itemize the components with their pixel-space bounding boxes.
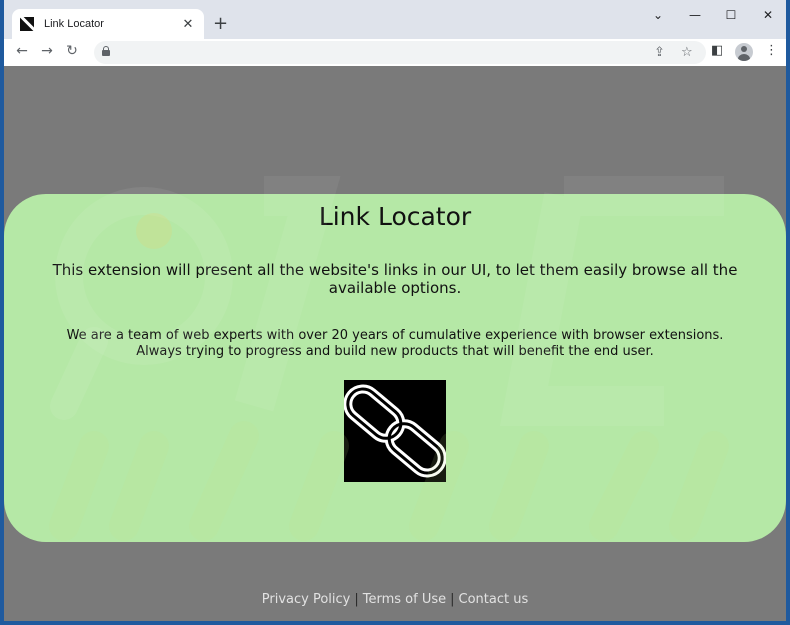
share-icon[interactable]: ⇪ [654,45,665,60]
minimize-button[interactable]: — [685,8,705,22]
profile-avatar-icon[interactable] [735,43,753,61]
more-menu-icon[interactable]: ⋮ [765,43,778,58]
about-line-1: We are a team of web experts with over 2… [66,328,724,343]
terms-of-use-link[interactable]: Terms of Use [363,592,446,607]
page-viewport: Link Locator This extension will present… [4,66,786,621]
page-title: Link Locator [318,202,472,231]
about-line-2: Always trying to progress and build new … [136,344,654,359]
side-panel-icon[interactable]: ◧ [711,43,723,58]
tab-title: Link Locator [44,18,104,30]
footer-separator: | [450,592,455,607]
browser-tab[interactable]: Link Locator ✕ [12,9,204,39]
close-window-button[interactable]: ✕ [758,8,778,22]
contact-us-link[interactable]: Contact us [459,592,529,607]
browser-chrome: Link Locator ✕ + ⌄ — ☐ ✕ ← → ↻ ⇪ ☆ ◧ ⋮ [4,0,786,66]
tab-search-chevron-icon[interactable]: ⌄ [648,8,668,22]
browser-window: Link Locator ✕ + ⌄ — ☐ ✕ ← → ↻ ⇪ ☆ ◧ ⋮ L… [0,0,790,625]
footer-links: Privacy Policy | Terms of Use | Contact us [4,592,786,607]
about-text: We are a team of web experts with over 2… [25,328,765,360]
forward-arrow-icon[interactable]: → [38,43,56,59]
new-tab-button[interactable]: + [213,13,228,34]
address-bar[interactable]: ⇪ ☆ [94,41,706,64]
bookmark-star-icon[interactable]: ☆ [681,45,693,60]
privacy-policy-link[interactable]: Privacy Policy [262,592,351,607]
lead-text: This extension will present all the webs… [52,261,738,297]
footer-separator: | [354,592,359,607]
reload-icon[interactable]: ↻ [63,43,81,59]
chain-link-logo-icon [343,380,447,482]
browser-toolbar: ← → ↻ ⇪ ☆ ◧ ⋮ [4,39,786,66]
promo-card: Link Locator This extension will present… [4,194,786,542]
tab-close-icon[interactable]: ✕ [180,17,196,32]
chain-link-favicon-icon [20,17,34,31]
back-arrow-icon[interactable]: ← [13,43,31,59]
maximize-button[interactable]: ☐ [721,8,741,22]
